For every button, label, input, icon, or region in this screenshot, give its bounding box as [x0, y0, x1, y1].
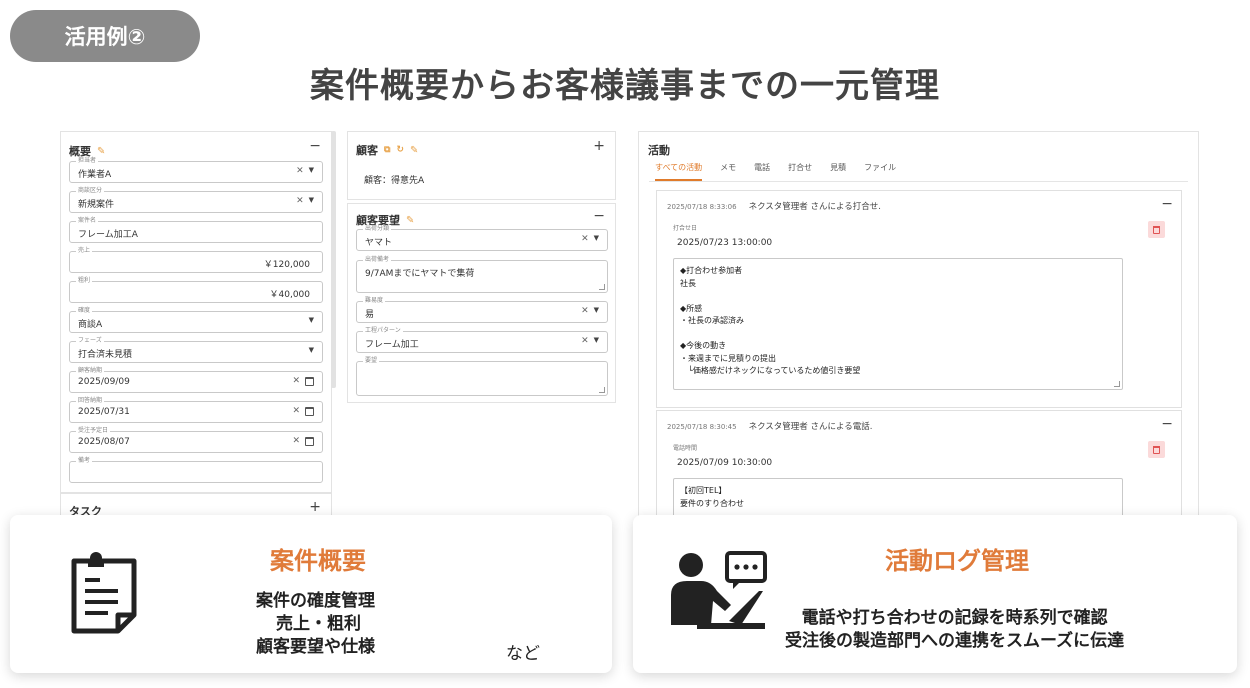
customer-request-panel: 顧客要望 ✎ − 出荷分類 ヤマト ✕ ▼ 出荷備考 9/7AMまでにヤマトで集荷…	[347, 203, 616, 403]
tab-meeting[interactable]: 打合せ	[788, 162, 812, 181]
chevron-down-icon[interactable]: ▼	[309, 196, 314, 206]
activity-entry: 2025/07/18 8:30:45 ネクスタ管理者 さんによる電話. − 電話…	[656, 410, 1182, 530]
add-task-icon[interactable]: +	[309, 500, 321, 514]
order-date-field[interactable]: 受注予定日 2025/08/07 ✕	[69, 427, 323, 453]
add-customer-icon[interactable]: +	[593, 139, 605, 153]
remarks-field[interactable]: 備考	[69, 457, 323, 483]
deal-name-field[interactable]: 案件名 フレーム加工A	[69, 217, 323, 243]
tab-all[interactable]: すべての活動	[655, 162, 703, 181]
pencil-icon[interactable]: ✎	[97, 146, 105, 157]
calendar-icon[interactable]	[305, 407, 314, 416]
process-pattern-field[interactable]: 工程パターン フレーム加工 ✕ ▼	[356, 327, 608, 353]
request-field[interactable]: 要望	[356, 357, 608, 396]
clipboard-icon	[71, 552, 137, 634]
customer-panel: 顧客 ⧉ ↻ ✎ + 顧客：得意先A	[347, 131, 616, 200]
clear-icon[interactable]: ✕	[581, 306, 589, 316]
customer-deadline-field[interactable]: 顧客納期 2025/09/09 ✕	[69, 367, 323, 393]
activity-tabs: すべての活動 メモ 電話 打合せ 見積 ファイル	[655, 162, 896, 181]
chevron-down-icon[interactable]: ▼	[309, 346, 314, 354]
meeting-date: 2025/07/23 13:00:00	[677, 238, 773, 248]
trash-icon	[1153, 225, 1160, 234]
phase-field[interactable]: フェーズ 打合済未見積 ▼	[69, 337, 323, 363]
activity-log-card: 活動ログ管理 電話や打ち合わせの記録を時系列で確認 受注後の製造部門への連携をス…	[633, 515, 1237, 673]
collapse-icon[interactable]: −	[1161, 197, 1173, 211]
shipping-type-field[interactable]: 出荷分類 ヤマト ✕ ▼	[356, 225, 608, 251]
calendar-icon[interactable]	[305, 377, 314, 386]
reply-deadline-field[interactable]: 回答納期 2025/07/31 ✕	[69, 397, 323, 423]
clear-icon[interactable]: ✕	[292, 376, 300, 386]
phone-time-label: 電話時間	[673, 445, 698, 452]
collapse-icon[interactable]: −	[1161, 417, 1173, 431]
customer-title: 顧客	[356, 144, 378, 157]
tab-estimate[interactable]: 見積	[830, 162, 846, 181]
resize-handle[interactable]	[599, 387, 605, 393]
activity-header: 2025/07/18 8:30:45 ネクスタ管理者 さんによる電話.	[667, 420, 872, 432]
external-link-icon[interactable]: ⧉	[384, 145, 390, 155]
meeting-memo[interactable]: ◆打合わせ参加者 社長 ◆所感 ・社長の承認済み ◆今後の動き ・来週までに見積…	[673, 258, 1123, 390]
chevron-down-icon[interactable]: ▼	[594, 336, 599, 346]
delete-button[interactable]	[1148, 441, 1165, 458]
clear-icon[interactable]: ✕	[292, 406, 300, 416]
clear-icon[interactable]: ✕	[292, 436, 300, 446]
page-headline: 案件概要からお客様議事までの一元管理	[310, 66, 940, 106]
customer-value: 顧客：得意先A	[364, 176, 425, 186]
refresh-icon[interactable]: ↻	[396, 145, 404, 155]
clear-icon[interactable]: ✕	[581, 234, 589, 244]
gross-profit-field[interactable]: 粗利 ￥40,000	[69, 277, 323, 303]
clear-icon[interactable]: ✕	[296, 196, 304, 206]
chevron-down-icon[interactable]: ▼	[594, 234, 599, 244]
customer-title-row: 顧客 ⧉ ↻ ✎	[356, 142, 418, 158]
activity-entry: 2025/07/18 8:33:06 ネクスタ管理者 さんによる打合せ. − 打…	[656, 190, 1182, 408]
clear-icon[interactable]: ✕	[296, 166, 304, 176]
activity-author: ネクスタ管理者 さんによる電話.	[748, 422, 873, 432]
collapse-icon[interactable]: −	[593, 209, 605, 223]
meeting-date-label: 打合せ日	[673, 225, 698, 232]
deal-overview-text: 案件の確度管理 売上・粗利 顧客要望や仕様	[256, 591, 375, 657]
assignee-field[interactable]: 担当者 作業者A ✕ ▼	[69, 157, 323, 183]
calendar-icon[interactable]	[305, 437, 314, 446]
activity-log-title: 活動ログ管理	[885, 547, 1029, 575]
resize-handle[interactable]	[1114, 381, 1120, 387]
tab-phone[interactable]: 電話	[754, 162, 770, 181]
pencil-icon[interactable]: ✎	[410, 145, 418, 156]
overview-panel: 概要 ✎ − 担当者 作業者A ✕ ▼ 商談区分 新規案件 ✕ ▼ 案件名 フレーム…	[60, 131, 332, 493]
activity-title: 活動	[648, 144, 670, 157]
overview-scrollbar[interactable]	[331, 131, 336, 388]
activity-header: 2025/07/18 8:33:06 ネクスタ管理者 さんによる打合せ.	[667, 200, 881, 212]
activity-panel: 活動 すべての活動 メモ 電話 打合せ 見積 ファイル 2025/07/18 8…	[638, 131, 1199, 531]
deal-type-field[interactable]: 商談区分 新規案件 ✕ ▼	[69, 187, 323, 213]
example-badge: 活用例②	[10, 10, 200, 62]
etc-label: など	[506, 644, 540, 664]
phone-time: 2025/07/09 10:30:00	[677, 458, 773, 468]
activity-author: ネクスタ管理者 さんによる打合せ.	[748, 202, 881, 212]
collapse-icon[interactable]: −	[309, 139, 321, 153]
delete-button[interactable]	[1148, 221, 1165, 238]
activity-log-text: 電話や打ち合わせの記録を時系列で確認 受注後の製造部門への連携をスムーズに伝達	[785, 608, 1125, 651]
resize-handle[interactable]	[599, 284, 605, 290]
difficulty-field[interactable]: 難易度 易 ✕ ▼	[356, 297, 608, 323]
activity-timestamp: 2025/07/18 8:30:45	[667, 423, 737, 431]
tab-divider	[649, 181, 1188, 182]
trash-icon	[1153, 445, 1160, 454]
chevron-down-icon[interactable]: ▼	[309, 316, 314, 324]
clear-icon[interactable]: ✕	[581, 336, 589, 346]
deal-overview-card: 案件概要 案件の確度管理 売上・粗利 顧客要望や仕様 など	[10, 515, 612, 673]
tab-memo[interactable]: メモ	[720, 162, 736, 181]
chevron-down-icon[interactable]: ▼	[309, 166, 314, 176]
person-chat-icon	[671, 551, 767, 629]
pencil-icon[interactable]: ✎	[406, 215, 414, 226]
chevron-down-icon[interactable]: ▼	[594, 306, 599, 316]
shipping-note-field[interactable]: 出荷備考 9/7AMまでにヤマトで集荷	[356, 256, 608, 293]
tab-file[interactable]: ファイル	[864, 162, 896, 181]
deal-overview-title: 案件概要	[270, 547, 366, 575]
activity-timestamp: 2025/07/18 8:33:06	[667, 203, 737, 211]
probability-field[interactable]: 確度 商談A ▼	[69, 307, 323, 333]
sales-field[interactable]: 売上 ￥120,000	[69, 247, 323, 273]
